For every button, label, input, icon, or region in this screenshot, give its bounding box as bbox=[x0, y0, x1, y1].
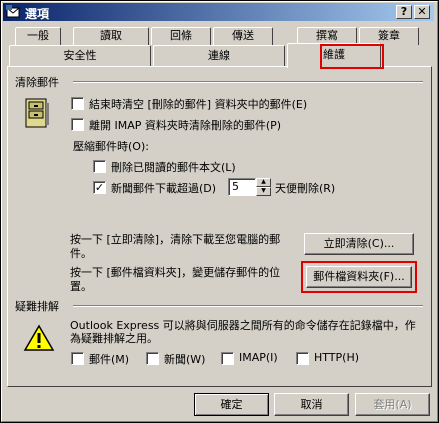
news-days-suffix: 天便刪除(R) bbox=[275, 182, 336, 195]
delete-read-body-checkbox[interactable] bbox=[93, 160, 106, 173]
tab-send[interactable]: 傳送 bbox=[213, 27, 273, 45]
tab-general[interactable]: 一般 bbox=[15, 27, 61, 45]
troubleshoot-description: Outlook Express 可以將與伺服器之間所有的命令儲存在記錄檔中，作為… bbox=[70, 319, 416, 345]
store-folder-description: 按一下 [郵件檔資料夾]，變更儲存郵件的位置。 bbox=[70, 266, 281, 293]
store-folder-highlight-box bbox=[301, 261, 417, 293]
cancel-button[interactable]: 取消 bbox=[274, 393, 349, 416]
log-http-checkbox[interactable] bbox=[296, 352, 309, 365]
delete-read-body-label: 刪除已閱讀的郵件本文(L) bbox=[111, 161, 236, 174]
log-http-label: HTTP(H) bbox=[314, 351, 360, 364]
news-download-label: 新聞郵件下載超過(D) bbox=[111, 182, 217, 195]
warning-icon bbox=[23, 324, 55, 351]
tab-security[interactable]: 安全性 bbox=[9, 45, 151, 66]
file-cabinet-icon bbox=[25, 98, 49, 128]
tab-receipts[interactable]: 回條 bbox=[151, 27, 211, 45]
log-mail-label: 郵件(M) bbox=[89, 353, 130, 366]
tab-connection[interactable]: 連線 bbox=[153, 45, 285, 66]
log-news-checkbox[interactable] bbox=[146, 352, 159, 365]
title-bar[interactable]: 選項 ? ✕ bbox=[3, 3, 434, 21]
close-button[interactable]: ✕ bbox=[414, 5, 430, 19]
clean-now-description: 按一下 [立即清除]，清除下載至您電腦的郵件。 bbox=[70, 233, 281, 260]
spin-up-button[interactable]: ▲ bbox=[256, 178, 271, 187]
troubleshoot-group-line bbox=[73, 305, 423, 307]
empty-deleted-checkbox[interactable] bbox=[71, 97, 84, 110]
log-news-label: 新聞(W) bbox=[164, 353, 206, 366]
troubleshoot-group-label: 疑難排解 bbox=[13, 298, 61, 314]
compact-label: 壓縮郵件時(O): bbox=[73, 140, 149, 153]
log-imap-label: IMAP(I) bbox=[239, 351, 278, 364]
log-imap-checkbox[interactable] bbox=[221, 352, 234, 365]
purge-imap-checkbox[interactable] bbox=[71, 118, 84, 131]
ok-button[interactable]: 確定 bbox=[194, 393, 269, 416]
tab-highlight-box bbox=[320, 44, 384, 69]
news-download-checkbox[interactable]: ✓ bbox=[93, 181, 106, 194]
window-title: 選項 bbox=[25, 7, 50, 21]
options-dialog: 選項 ? ✕ 一般 讀取 回條 傳送 撰寫 簽章 安全性 連線 維護 清除郵件 … bbox=[0, 0, 439, 423]
help-button[interactable]: ? bbox=[396, 5, 412, 19]
empty-deleted-label: 結束時清空 [刪除的郵件] 資料夾中的郵件(E) bbox=[89, 98, 308, 111]
cleanup-group-label: 清除郵件 bbox=[13, 74, 61, 90]
log-mail-checkbox[interactable] bbox=[71, 352, 84, 365]
clean-now-button[interactable]: 立即清除(C)... bbox=[304, 233, 414, 255]
apply-button[interactable]: 套用(A) bbox=[355, 393, 430, 416]
cleanup-group-line bbox=[73, 81, 423, 83]
spin-down-button[interactable]: ▼ bbox=[256, 187, 271, 196]
purge-imap-label: 離開 IMAP 資料夾時清除刪除的郵件(P) bbox=[89, 119, 282, 132]
news-days-input[interactable]: 5 bbox=[228, 178, 256, 196]
outlook-app-icon bbox=[6, 5, 20, 18]
tab-read[interactable]: 讀取 bbox=[73, 27, 149, 45]
